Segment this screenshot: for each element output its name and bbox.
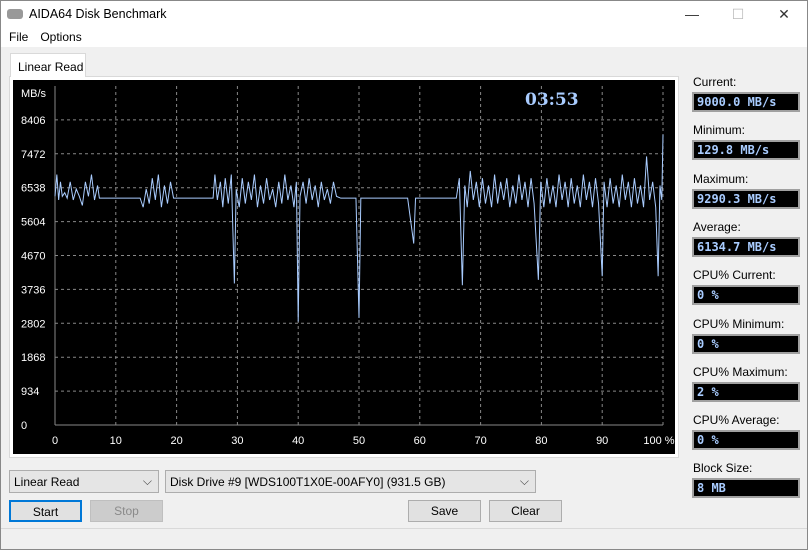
chevron-down-icon: ⌵: [142, 474, 152, 488]
stat-value: 0 %: [692, 333, 800, 354]
y-tick-label: 934: [21, 386, 39, 398]
y-tick-label: 1868: [21, 352, 45, 364]
x-tick-label: 40: [292, 435, 304, 447]
y-tick-label: 2802: [21, 318, 45, 330]
menu-options[interactable]: Options: [32, 30, 85, 44]
stat-value: 6134.7 MB/s: [692, 236, 800, 257]
y-tick-label: 7472: [21, 149, 45, 161]
stat-label: CPU% Minimum:: [693, 316, 785, 331]
stat-value: 8 MB: [692, 478, 800, 499]
series-line-linear-read: [54, 134, 664, 322]
save-button[interactable]: Save: [408, 500, 481, 522]
x-tick-label: 50: [353, 435, 365, 447]
y-tick-label: 6538: [21, 183, 45, 195]
x-tick-label: 70: [474, 435, 486, 447]
x-tick-label: 60: [414, 435, 426, 447]
y-tick-label: 5604: [21, 217, 45, 229]
test-type-select[interactable]: Linear Read ⌵: [9, 470, 159, 493]
chart-svg: 0 934 1868 2802 3736 4670 5604 6538 7472 8406 MB/s…: [21, 86, 675, 447]
stop-button[interactable]: Stop: [90, 500, 163, 522]
stat-label: Average:: [693, 219, 741, 234]
maximize-button[interactable]: ☐: [715, 1, 761, 27]
y-tick-label: 0: [21, 420, 27, 432]
start-button[interactable]: Start: [9, 500, 82, 522]
title-bar: AIDA64 Disk Benchmark — ☐ ✕: [1, 1, 807, 27]
elapsed-timer: 03:53: [525, 90, 579, 110]
stat-label: Minimum:: [693, 123, 746, 138]
stat-label: Block Size:: [693, 461, 753, 476]
stat-label: Current:: [693, 75, 737, 89]
x-tick-label: 100 %: [643, 435, 674, 447]
menu-file[interactable]: File: [1, 30, 32, 44]
close-button[interactable]: ✕: [761, 1, 807, 27]
menu-bar: File Options: [1, 27, 807, 47]
stat-value: 2 %: [692, 381, 800, 402]
x-tick-label: 0: [52, 435, 58, 447]
stat-label: CPU% Current:: [693, 268, 776, 283]
y-axis-label: MB/s: [21, 88, 47, 100]
disk-icon: [7, 9, 23, 19]
x-tick-label: 80: [535, 435, 547, 447]
test-type-value: Linear Read: [14, 475, 80, 489]
y-tick-label: 8406: [21, 115, 45, 127]
tab-linear-read[interactable]: Linear Read: [10, 53, 86, 77]
benchmark-chart: 0 934 1868 2802 3736 4670 5604 6538 7472 8406 MB/s…: [13, 80, 675, 454]
window-title: AIDA64 Disk Benchmark: [29, 7, 167, 21]
stat-value: 0 %: [692, 430, 800, 451]
stat-label: CPU% Maximum:: [693, 364, 788, 379]
drive-value: Disk Drive #9 [WDS100T1X0E-00AFY0] (931.…: [170, 475, 446, 489]
minimize-button[interactable]: —: [669, 1, 715, 27]
stat-label: Maximum:: [693, 171, 749, 186]
x-tick-label: 30: [231, 435, 243, 447]
stat-label: CPU% Average:: [693, 413, 780, 428]
y-tick-label: 4670: [21, 251, 45, 263]
x-tick-label: 90: [596, 435, 608, 447]
status-bar: [1, 528, 807, 550]
stat-value: 0 %: [692, 285, 800, 306]
x-tick-label: 20: [170, 435, 182, 447]
stat-value: 9290.3 MB/s: [692, 188, 800, 209]
stat-value: 129.8 MB/s: [692, 140, 800, 161]
stat-value: 9000.0 MB/s: [692, 92, 800, 112]
clear-button[interactable]: Clear: [489, 500, 562, 522]
chevron-down-icon: ⌵: [519, 474, 529, 488]
drive-select[interactable]: Disk Drive #9 [WDS100T1X0E-00AFY0] (931.…: [165, 470, 536, 493]
y-tick-label: 3736: [21, 284, 45, 296]
x-tick-label: 10: [110, 435, 122, 447]
